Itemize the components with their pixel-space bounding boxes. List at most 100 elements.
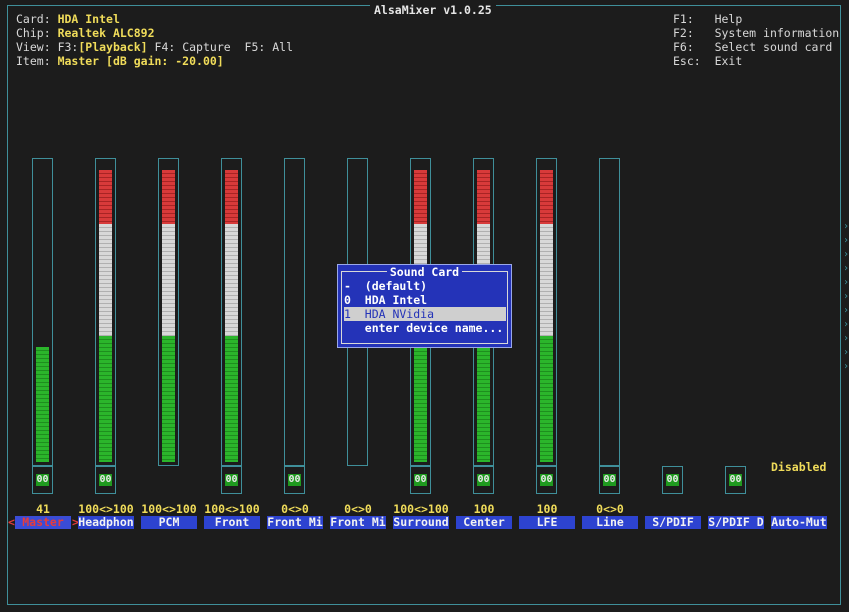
level-bar-red bbox=[162, 170, 175, 224]
window-title: AlsaMixer v1.0.25 bbox=[370, 4, 496, 16]
channel-label[interactable]: Front bbox=[204, 516, 260, 529]
volume-slider[interactable] bbox=[599, 158, 620, 466]
mute-toggle[interactable]: 00 bbox=[284, 466, 305, 494]
scroll-marker-icon: › bbox=[843, 221, 849, 232]
channel-label[interactable]: Front Mi bbox=[330, 516, 386, 529]
scroll-marker-icon: › bbox=[843, 319, 849, 330]
mute-toggle[interactable]: 00 bbox=[725, 466, 746, 494]
dialog-title: Sound Card bbox=[338, 265, 511, 279]
channel-label[interactable]: Surround bbox=[393, 516, 449, 529]
level-bar-green bbox=[162, 336, 175, 462]
channel-label[interactable]: Master bbox=[15, 516, 71, 529]
scroll-marker-icon: › bbox=[843, 291, 849, 302]
level-bar-red bbox=[540, 170, 553, 224]
card-info: Card: HDA Intel bbox=[16, 12, 120, 26]
volume-slider[interactable] bbox=[221, 158, 242, 466]
help-item[interactable]: F2: System information bbox=[673, 26, 839, 40]
volume-slider[interactable] bbox=[536, 158, 557, 466]
mute-toggle[interactable]: 00 bbox=[599, 466, 620, 494]
channel-label[interactable]: PCM bbox=[141, 516, 197, 529]
mute-toggle[interactable]: 00 bbox=[95, 466, 116, 494]
mute-state: 00 bbox=[36, 474, 49, 486]
channel-label[interactable]: Center bbox=[456, 516, 512, 529]
dialog-title-text: Sound Card bbox=[386, 265, 463, 279]
view-other[interactable]: F4: Capture F5: All bbox=[148, 40, 293, 54]
scroll-marker-icon: › bbox=[843, 347, 849, 358]
level-bar-red bbox=[99, 170, 112, 224]
scroll-marker-icon: › bbox=[843, 263, 849, 274]
level-bar-red bbox=[477, 170, 490, 224]
mute-toggle[interactable]: 00 bbox=[410, 466, 431, 494]
level-bar-red bbox=[414, 170, 427, 224]
volume-slider[interactable] bbox=[158, 158, 179, 466]
level-bar-red bbox=[225, 170, 238, 224]
channel-value: 100<>100 bbox=[393, 502, 449, 516]
level-bar-green bbox=[414, 336, 427, 462]
level-bar-green bbox=[540, 336, 553, 462]
help-item[interactable]: F1: Help bbox=[673, 12, 742, 26]
channel-label[interactable]: Auto-Mut bbox=[771, 516, 827, 529]
channel-label[interactable]: S/PDIF D bbox=[708, 516, 764, 529]
channel-value: 0<>0 bbox=[596, 502, 624, 516]
help-key: F1: bbox=[673, 12, 694, 26]
volume-slider[interactable] bbox=[95, 158, 116, 466]
view-key: View: bbox=[16, 40, 51, 54]
mute-toggle[interactable]: 00 bbox=[32, 466, 53, 494]
sound-card-option[interactable]: - (default) bbox=[344, 279, 506, 293]
item-info: Item: Master [dB gain: -20.00] bbox=[16, 54, 224, 68]
mute-state: 00 bbox=[414, 474, 427, 486]
sound-card-option[interactable]: enter device name... bbox=[344, 321, 506, 335]
mute-state: 00 bbox=[603, 474, 616, 486]
mute-toggle[interactable]: 00 bbox=[662, 466, 683, 494]
disabled-label: Disabled bbox=[771, 460, 827, 474]
item-value: Master [dB gain: -20.00] bbox=[57, 54, 224, 68]
help-label: System information bbox=[714, 26, 840, 40]
mute-toggle[interactable]: 00 bbox=[473, 466, 494, 494]
channel-value: 100<>100 bbox=[141, 502, 197, 516]
help-key: F6: bbox=[673, 40, 694, 54]
help-item[interactable]: Esc: Exit bbox=[673, 54, 742, 68]
view-playback[interactable]: [Playback] bbox=[78, 40, 147, 54]
channel-value: 0<>0 bbox=[344, 502, 372, 516]
chip-key: Chip: bbox=[16, 26, 51, 40]
scroll-marker-icon: › bbox=[843, 333, 849, 344]
volume-slider[interactable] bbox=[284, 158, 305, 466]
level-bar-green bbox=[36, 347, 49, 462]
mute-toggle[interactable]: 00 bbox=[536, 466, 557, 494]
level-bar-green bbox=[99, 336, 112, 462]
channel-value: 100<>100 bbox=[204, 502, 260, 516]
scroll-marker-icon: › bbox=[843, 305, 849, 316]
level-bar-white bbox=[162, 224, 175, 336]
mute-state: 00 bbox=[99, 474, 112, 486]
sound-card-option[interactable]: 0 HDA Intel bbox=[344, 293, 506, 307]
level-bar-white bbox=[540, 224, 553, 336]
channel-label[interactable]: S/PDIF bbox=[645, 516, 701, 529]
mute-state: 00 bbox=[729, 474, 742, 486]
card-value: HDA Intel bbox=[57, 12, 120, 26]
mute-state: 00 bbox=[288, 474, 301, 486]
channel-label[interactable]: Line bbox=[582, 516, 638, 529]
help-item[interactable]: F6: Select sound card bbox=[673, 40, 832, 54]
item-key: Item: bbox=[16, 54, 51, 68]
chip-info: Chip: Realtek ALC892 bbox=[16, 26, 155, 40]
channel-label[interactable]: Headphon bbox=[78, 516, 134, 529]
channel-value: 100 bbox=[536, 502, 558, 516]
channel-label[interactable]: LFE bbox=[519, 516, 575, 529]
mute-toggle[interactable]: 00 bbox=[221, 466, 242, 494]
mute-state: 00 bbox=[540, 474, 553, 486]
left-arrow-icon: < bbox=[8, 515, 15, 529]
sound-card-option[interactable]: 1 HDA NVidia bbox=[344, 307, 506, 321]
chip-value: Realtek ALC892 bbox=[57, 26, 155, 40]
volume-slider[interactable] bbox=[32, 158, 53, 466]
channel-label[interactable]: Front Mi bbox=[267, 516, 323, 529]
level-bar-white bbox=[99, 224, 112, 336]
help-label: Help bbox=[714, 12, 743, 26]
card-key: Card: bbox=[16, 12, 51, 26]
scroll-marker-icon: › bbox=[843, 277, 849, 288]
channel-value: 100 bbox=[473, 502, 495, 516]
mute-state: 00 bbox=[477, 474, 490, 486]
scroll-marker-icon: › bbox=[843, 361, 849, 372]
mute-state: 00 bbox=[225, 474, 238, 486]
scroll-marker-icon: › bbox=[843, 249, 849, 260]
help-label: Select sound card bbox=[714, 40, 833, 54]
